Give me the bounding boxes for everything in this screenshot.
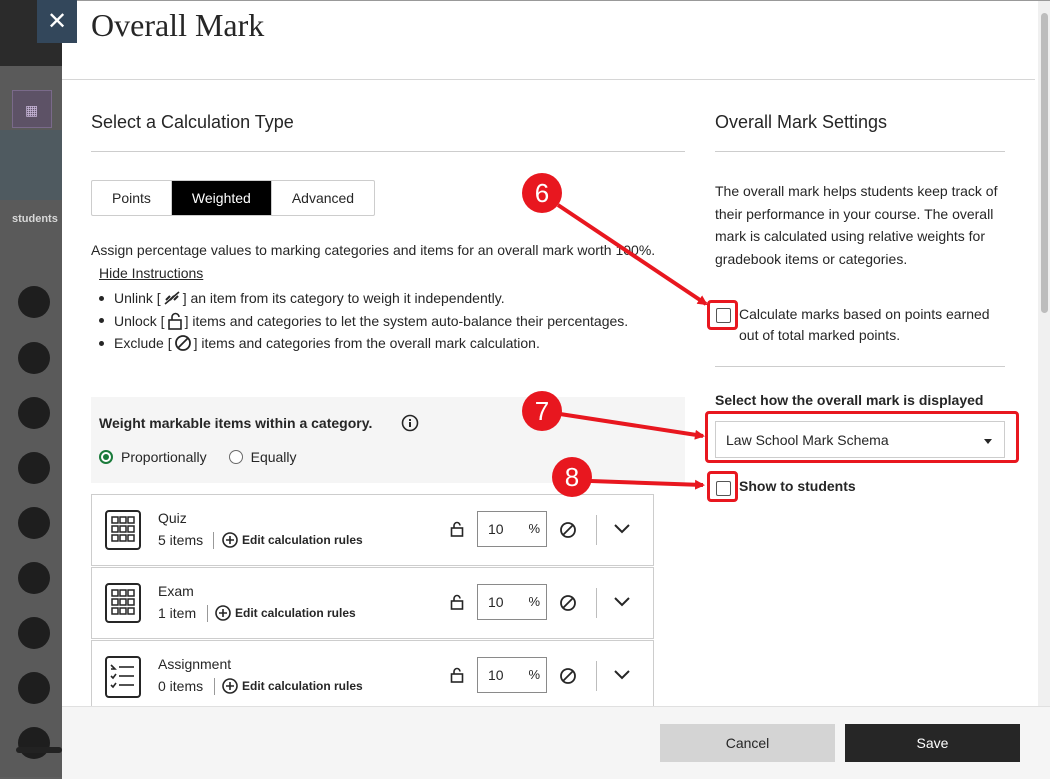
background-banner [0, 130, 62, 200]
close-button[interactable]: ✕ [37, 0, 77, 43]
unlock-icon[interactable] [450, 667, 464, 688]
tab-advanced[interactable]: Advanced [272, 181, 374, 215]
avatar [18, 342, 50, 374]
page-title: Overall Mark [91, 7, 265, 43]
tab-points[interactable]: Points [92, 181, 172, 215]
avatar [18, 507, 50, 539]
unlock-icon [167, 312, 183, 330]
tab-weighted[interactable]: Weighted [171, 181, 272, 215]
avatar [18, 286, 50, 318]
avatar [18, 397, 50, 429]
dialog-footer: Cancel Save [62, 706, 1050, 779]
category-count: 1 item [158, 605, 197, 621]
background-grid-button: ▦ [12, 90, 52, 128]
exclude-icon[interactable] [559, 667, 577, 690]
divider [596, 661, 597, 691]
assign-instructions: Assign percentage values to marking cate… [91, 242, 656, 258]
hide-instructions-link[interactable]: Hide Instructions [99, 265, 203, 281]
unlock-icon[interactable] [450, 521, 464, 542]
avatar [18, 617, 50, 649]
calculation-type-heading: Select a Calculation Type [91, 112, 294, 132]
title-divider [62, 79, 1035, 80]
display-select-label: Select how the overall mark is displayed [715, 392, 984, 408]
save-button[interactable]: Save [845, 724, 1020, 762]
calculation-type-tabs: Points Weighted Advanced [91, 180, 376, 216]
calculate-points-checkbox[interactable] [716, 308, 731, 323]
chevron-down-icon[interactable] [612, 668, 632, 687]
edit-calculation-rules-button[interactable]: Edit calculation rules [215, 605, 356, 621]
close-icon: ✕ [46, 8, 68, 35]
divider [213, 532, 214, 549]
settings-description: The overall mark helps students keep tra… [715, 183, 998, 267]
avatar [18, 452, 50, 484]
unlock-icon[interactable] [450, 594, 464, 615]
panel-scrollbar[interactable] [1038, 1, 1050, 706]
weight-options: Weight markable items within a category.… [91, 397, 685, 483]
radio-proportionally-label[interactable]: Proportionally [121, 449, 207, 465]
cancel-button[interactable]: Cancel [660, 724, 835, 762]
background-page: ▦ students [0, 0, 62, 777]
plus-circle-icon [222, 532, 238, 548]
settings-heading: Overall Mark Settings [715, 112, 888, 132]
background-text: students [12, 213, 58, 225]
unlink-icon [163, 290, 181, 306]
calculate-points-label[interactable]: Calculate marks based on points earned o… [739, 304, 1009, 346]
category-name: Quiz [158, 510, 187, 526]
radio-equally-label[interactable]: Equally [251, 449, 297, 465]
calculator-icon [104, 582, 142, 629]
list-item: Unlock [ ] items and categories to let t… [99, 310, 628, 333]
background-scrollbar [16, 747, 62, 753]
exclude-icon[interactable] [559, 521, 577, 544]
category-row-exam[interactable]: Exam 1 item Edit calculation rules 10 % [91, 567, 654, 639]
checklist-icon [104, 655, 142, 704]
section-divider [715, 151, 1005, 152]
divider [207, 605, 208, 622]
category-count: 0 items [158, 678, 204, 694]
section-divider [715, 366, 1005, 367]
weight-percent-input[interactable]: 10 % [477, 584, 547, 620]
plus-circle-icon [222, 678, 238, 694]
section-divider [91, 151, 685, 152]
category-row-quiz[interactable]: Quiz 5 items Edit calculation rules 10 % [91, 494, 654, 566]
instruction-list: Unlink [ ] an item from its category to … [99, 287, 628, 355]
chevron-down-icon[interactable] [612, 522, 632, 541]
list-item: Unlink [ ] an item from its category to … [99, 287, 628, 310]
exclude-icon[interactable] [559, 594, 577, 617]
category-row-assignment[interactable]: Assignment 0 items Edit calculation rule… [91, 640, 654, 712]
divider [214, 678, 215, 695]
weight-label: Weight markable items within a category. [99, 415, 373, 431]
edit-calculation-rules-button[interactable]: Edit calculation rules [222, 532, 363, 548]
plus-circle-icon [215, 605, 231, 621]
info-icon[interactable] [401, 414, 419, 437]
show-to-students-checkbox[interactable] [716, 481, 731, 496]
chevron-down-icon[interactable] [612, 595, 632, 614]
category-name: Exam [158, 583, 194, 599]
grid-icon: ▦ [25, 102, 39, 118]
category-count: 5 items [158, 532, 204, 548]
list-item: Exclude [ ] items and categories from th… [99, 332, 628, 355]
scrollbar-thumb[interactable] [1041, 13, 1048, 313]
divider [596, 588, 597, 618]
avatar [18, 562, 50, 594]
calculator-icon [104, 509, 142, 556]
divider [596, 515, 597, 545]
radio-proportionally[interactable] [99, 450, 113, 464]
caret-down-icon [984, 439, 992, 444]
weight-percent-input[interactable]: 10 % [477, 511, 547, 547]
weight-radio-group: Proportionally Equally [99, 449, 297, 465]
show-to-students-label[interactable]: Show to students [739, 478, 856, 494]
overall-mark-panel: Overall Mark Select a Calculation Type P… [62, 0, 1050, 779]
display-schema-select[interactable]: Law School Mark Schema [715, 421, 1005, 458]
avatar [18, 672, 50, 704]
edit-calculation-rules-button[interactable]: Edit calculation rules [222, 678, 363, 694]
avatar [18, 727, 50, 759]
radio-equally[interactable] [228, 450, 243, 464]
exclude-icon [174, 334, 192, 352]
weight-percent-input[interactable]: 10 % [477, 657, 547, 693]
category-name: Assignment [158, 656, 232, 672]
